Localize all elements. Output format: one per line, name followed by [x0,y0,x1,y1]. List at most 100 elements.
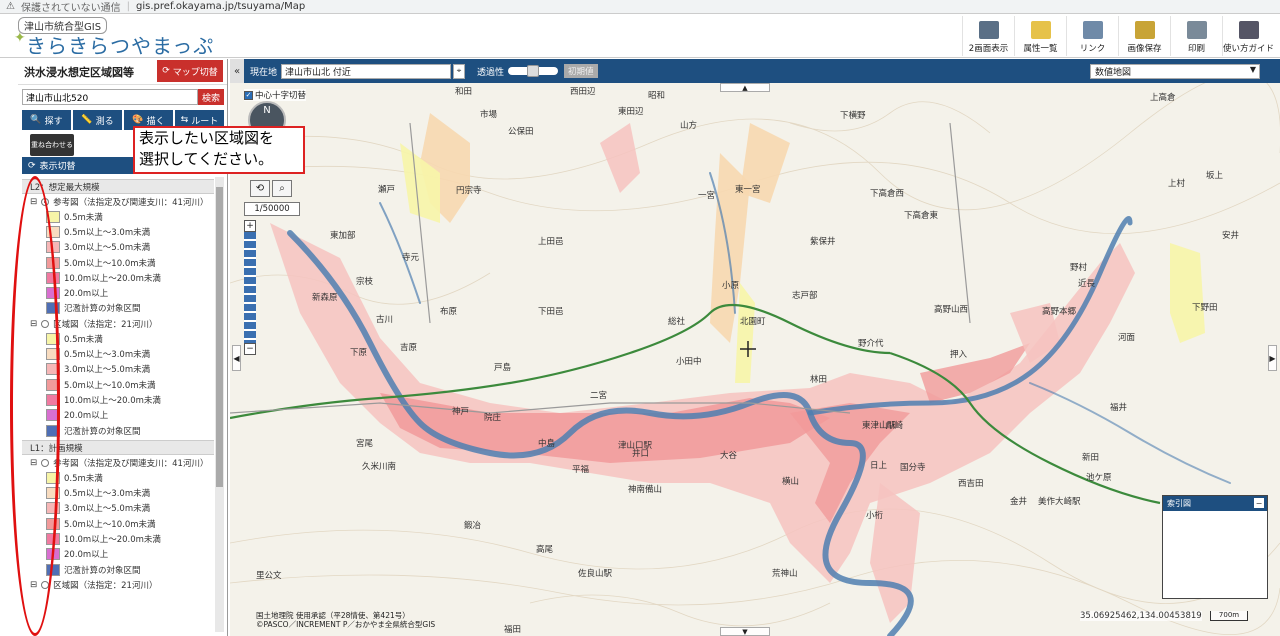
zoom-out-button[interactable]: − [244,343,256,355]
transparency-label: 透過性 [477,67,505,78]
refresh-icon: ⟳ [28,160,36,171]
legend-layer-label: 参考図（法指定及び関連支川：41河川） [53,197,209,208]
legend-scrollbar[interactable] [215,177,224,632]
security-warning: 保護されていない通信 [20,3,121,14]
map-view[interactable]: 和田 西田辺 東田辺 昭和 市場 公保田 山方 下横野 上高倉 円宗寺 一宮 東一宮 下高倉西 下高倉東 瀬… [230,83,1280,636]
reset-transparency-button[interactable]: 初期値 [564,64,598,78]
find-label: 探す [44,116,63,127]
legend-layer-option[interactable]: ⊟ 参考図（法指定及び関連支川：41河川） [22,194,214,209]
locate-icon[interactable]: ⌖ [453,63,466,79]
place-label-takanoyamanishi: 高野山西 [934,305,969,315]
place-label-satokumon: 里公文 [256,571,282,581]
toolbar-link-button[interactable]: リンク [1066,16,1118,56]
scrollbar-thumb[interactable] [216,187,223,487]
legend-item-label: 0.5m未満 [64,212,103,223]
attribute-list-icon [1030,21,1051,39]
address-divider: | [126,1,131,12]
legend-item-label: 3.0m以上～5.0m未満 [64,365,151,376]
minimize-icon[interactable]: − [1254,498,1264,508]
toolbar-label: リンク [1079,44,1106,54]
index-map[interactable]: 索引図 − [1162,495,1268,599]
measure-label: 測る [95,116,114,127]
pan-right-button[interactable]: ▶ [1268,345,1277,371]
route-label: ルート [191,116,219,127]
toolbar-attribute-list-button[interactable]: 属性一覧 [1014,16,1066,56]
slider-knob[interactable] [527,65,540,77]
place-label-yamagata: 山方 [680,121,698,131]
copyright-line-2: ©PASCO／INCREMENT P／おかやま全県統合型GIS [256,620,436,629]
place-label-kamimura: 上村 [1168,179,1186,189]
place-label-higashikabe: 東加部 [330,231,356,241]
place-label-sakaue: 坂上 [1206,171,1224,181]
place-label-kubota: 公保田 [508,127,534,137]
legend-item-label: 5.0m以上～10.0m未満 [64,519,156,530]
basemap-select[interactable]: 数値地図 ▼ [1090,64,1260,79]
place-label-higashiichinomiya: 東一宮 [735,185,761,195]
zoom-slider[interactable] [244,232,256,343]
legend-item-label: 20.0m以上 [64,550,109,561]
pan-down-button[interactable]: ▼ [720,627,770,636]
toolbar-guide-button[interactable]: 使い方ガイド [1222,16,1274,56]
place-label-shimonoda: 下野田 [1192,303,1218,313]
place-label-hayashida: 林田 [810,375,828,385]
place-label-kaji: 鍛冶 [464,521,482,531]
place-label-kannabiyama: 神南備山 [628,485,663,495]
legend-item-label: 20.0m以上 [64,411,109,422]
overlay-label: 重ね合わせる [31,141,73,149]
legend-item-label: 3.0m以上～5.0m未満 [64,243,151,254]
pan-up-button[interactable]: ▲ [720,83,770,92]
guide-icon [1238,21,1259,39]
place-label-shimotakakuranishi: 下高倉西 [870,189,905,199]
place-label-kokubunji: 国分寺 [900,463,926,473]
overlay-button[interactable]: 重ね合わせる [30,134,74,156]
place-label-shimotakakurahigashi: 下高倉東 [904,211,939,221]
palette-icon: 🎨 [132,115,144,125]
legend-group-header[interactable]: L2：想定最大規模 [22,179,214,194]
address-search-input[interactable] [22,89,198,105]
collapse-panel-button[interactable]: « [230,59,244,83]
measure-button[interactable]: 📏 測る [73,110,122,130]
crosshair-toggle[interactable]: ✓ 中心十字切替 [244,89,307,101]
save-image-icon [1134,21,1155,39]
place-label-hirafuku: 平福 [572,465,590,475]
rotate-reset-icon[interactable]: ⟲ [250,180,270,197]
zoom-in-button[interactable]: + [244,220,256,232]
toolbar-split-screen-button[interactable]: 2画面表示 [962,16,1014,56]
place-label-sosya: 総社 [668,317,686,327]
zoom-area-icon[interactable]: ⌕ [272,180,292,197]
place-label-nunohara: 布原 [440,307,458,317]
checkbox[interactable]: ✓ [244,90,253,100]
scale-display[interactable]: 1/50000 [244,202,300,216]
place-label-yokoyama: 横山 [782,477,800,487]
copyright-line-1: 国土地理院 使用承認（平28情使、第421号） [256,611,410,620]
place-label-iguchi: 井口 [632,449,650,459]
search-icon: 🔍 [30,115,42,125]
highlight-oval [10,176,60,636]
search-button[interactable]: 検索 [198,89,224,105]
map-switch-button[interactable]: ⟳ マップ切替 [157,60,223,82]
legend-item-label: 0.5m以上～3.0m未満 [64,227,151,238]
toolbar-save-image-button[interactable]: 画像保存 [1118,16,1170,56]
toolbar-print-button[interactable]: 印刷 [1170,16,1222,56]
place-label-kamitakakura: 上高倉 [1150,93,1176,103]
place-label-muneeda: 宗枝 [356,277,374,287]
place-label-toshima: 戸島 [494,363,512,373]
legend-item-label: 10.0m以上～20.0m未満 [64,534,161,545]
place-label-ninomiya: 二宮 [590,391,608,401]
toolbar-label: 印刷 [1187,44,1205,54]
location-field[interactable] [281,63,452,79]
warning-icon: ⚠ [6,1,15,12]
url-text[interactable]: gis.pref.okayama.jp/tsuyama/Map [136,1,305,12]
legend-item-label: 氾濫計算の対象区間 [64,426,141,437]
place-label-kojinyama: 荒神山 [772,569,798,579]
link-icon [1082,21,1103,39]
place-label-jinde: 神戸 [452,407,470,417]
place-label-ikegahara: 池ケ原 [1086,473,1112,483]
zoom-control: + − [244,220,256,355]
place-label-oshiire: 押入 [950,350,968,360]
find-button[interactable]: 🔍 探す [22,110,71,130]
transparency-slider[interactable] [508,65,559,77]
pan-left-button[interactable]: ◀ [232,345,241,371]
index-map-label: 索引図 [1167,499,1191,508]
legend-layer-label: 参考図（法指定及び関連支川：41河川） [53,458,209,469]
